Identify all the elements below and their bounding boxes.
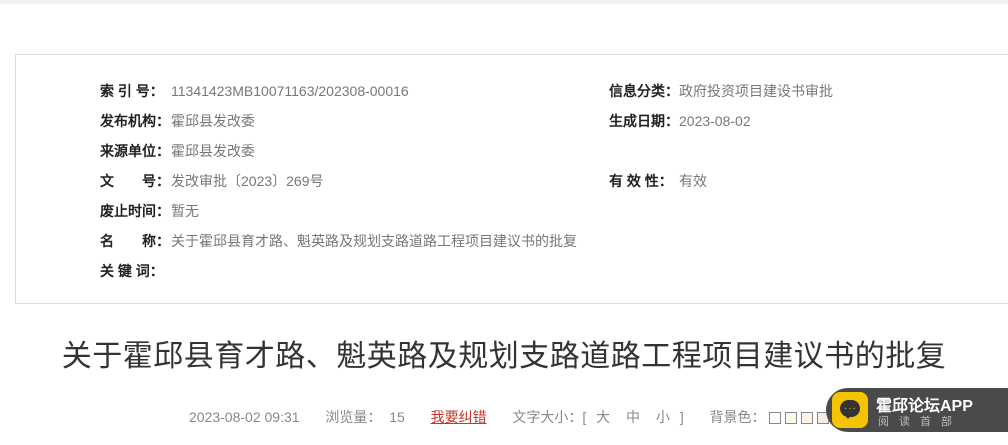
validity-label: 有 效 性：: [609, 173, 673, 189]
abolish-label: 废止时间：: [100, 203, 170, 219]
source-value: 霍邱县发改委: [171, 143, 255, 159]
bg-color-label: 背景色：: [709, 409, 766, 425]
source-row: 来源单位：霍邱县发改委: [100, 141, 255, 161]
font-size-label: 文字大小：[: [512, 409, 587, 425]
bg-color-swatch[interactable]: [801, 412, 814, 425]
article-title: 关于霍邱县育才路、魁英路及规划支路道路工程项目建议书的批复: [61, 340, 947, 373]
validity-value: 有效: [679, 173, 707, 189]
views-label: 浏览量：: [325, 409, 382, 425]
index-row: 索 引 号： 11341423MB10071163/202308-00016: [100, 81, 409, 101]
source-label: 来源单位：: [100, 143, 170, 159]
validity-row: 有 效 性： 有效: [609, 171, 707, 191]
created-label: 生成日期：: [609, 113, 679, 129]
font-size-large-button[interactable]: 大: [596, 407, 610, 427]
publish-datetime: 2023-08-02 09:31: [189, 409, 300, 425]
keywords-row: 关 键 词：: [100, 261, 171, 281]
document-info-panel: 索 引 号： 11341423MB10071163/202308-00016 发布…: [15, 54, 1008, 304]
font-size-close-bracket: ]: [679, 409, 684, 425]
index-label: 索 引 号：: [100, 83, 164, 99]
docno-row: 文 号：发改审批〔2023〕269号: [100, 171, 324, 191]
abolish-row: 废止时间：暂无: [100, 201, 199, 221]
font-size-medium-button[interactable]: 中: [626, 407, 640, 427]
chat-bubble-icon: ···: [832, 392, 868, 428]
top-strip: [0, 0, 1008, 4]
font-size-small-button[interactable]: 小: [656, 407, 670, 427]
docno-label: 文 号：: [100, 173, 170, 189]
docno-value: 发改审批〔2023〕269号: [171, 173, 324, 189]
name-row: 名 称：关于霍邱县育才路、魁英路及规划支路道路工程项目建议书的批复: [100, 231, 577, 251]
keywords-label: 关 键 词：: [100, 263, 164, 279]
category-row: 信息分类：政府投资项目建设书审批: [609, 81, 833, 101]
bg-color-swatch[interactable]: [785, 412, 798, 425]
index-value: 11341423MB10071163/202308-00016: [171, 83, 409, 99]
bg-color-swatch[interactable]: [769, 412, 782, 425]
category-label: 信息分类：: [609, 83, 679, 99]
publisher-row: 发布机构：霍邱县发改委: [100, 111, 255, 131]
publisher-value: 霍邱县发改委: [171, 113, 255, 129]
category-value: 政府投资项目建设书审批: [679, 83, 833, 99]
views-count: 15: [389, 409, 405, 425]
name-label: 名 称：: [100, 233, 170, 249]
name-value: 关于霍邱县育才路、魁英路及规划支路道路工程项目建议书的批复: [171, 233, 577, 249]
report-error-link[interactable]: 我要纠错: [431, 407, 487, 427]
app-subtitle: 阅读首部: [878, 416, 962, 428]
app-download-badge[interactable]: ··· 霍邱论坛APP 阅读首部: [826, 388, 1008, 432]
publisher-label: 发布机构：: [100, 113, 170, 129]
article-meta-bar: 2023-08-02 09:31 浏览量： 15 我要纠错 文字大小：[ 大 中…: [189, 407, 865, 427]
created-value: 2023-08-02: [679, 113, 751, 129]
abolish-value: 暂无: [171, 203, 199, 219]
created-row: 生成日期：2023-08-02: [609, 111, 751, 131]
